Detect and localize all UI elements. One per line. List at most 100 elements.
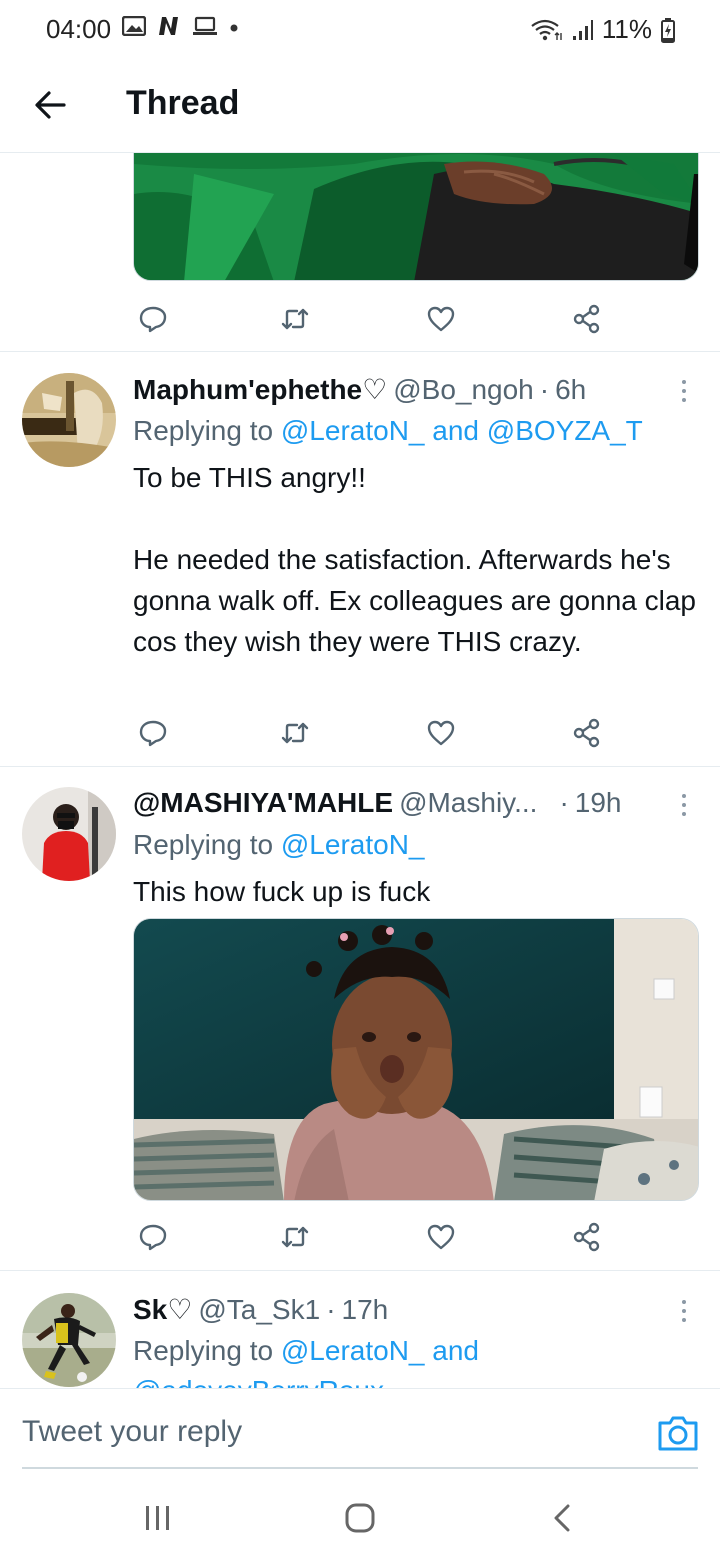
more-options-button[interactable]: [672, 1293, 696, 1329]
like-button[interactable]: [421, 713, 461, 753]
retweet-button[interactable]: [275, 713, 315, 753]
thread-feed[interactable]: Maphum'ephethe♡ @Bo_ngoh · 6h Replying t…: [0, 153, 720, 1388]
mention-link[interactable]: @BOYZA_T: [487, 415, 643, 446]
page-title: Thread: [126, 84, 240, 122]
battery-percent: 11%: [601, 14, 652, 44]
more-options-button[interactable]: [672, 373, 696, 409]
system-nav-bar: [0, 1470, 720, 1560]
retweet-button[interactable]: [275, 1217, 315, 1257]
display-name[interactable]: Maphum'ephethe♡: [133, 373, 387, 406]
tweet[interactable]: Sk♡ @Ta_Sk1 · 17h Replying to @LeratoN_ …: [0, 1293, 720, 1388]
like-button[interactable]: [421, 1217, 461, 1257]
tweet-divider: [0, 766, 720, 767]
home-button[interactable]: [340, 1498, 380, 1538]
retweet-button[interactable]: [275, 299, 315, 339]
user-handle[interactable]: @Bo_ngoh: [393, 374, 534, 406]
camera-icon: [658, 1416, 698, 1451]
reply-icon: [139, 1224, 167, 1251]
tweet-header: Maphum'ephethe♡ @Bo_ngoh · 6h: [133, 373, 586, 409]
tweet-divider: [0, 1270, 720, 1271]
share-button[interactable]: [567, 1217, 607, 1257]
back-button[interactable]: [28, 82, 74, 128]
replying-to: Replying to @LeratoN_ and @BOYZA_T: [133, 415, 643, 447]
recent-apps-button[interactable]: [138, 1498, 178, 1538]
home-icon: [345, 1503, 375, 1533]
arrow-left-icon: [35, 91, 66, 119]
mention-link[interactable]: @LeratoN_: [281, 415, 425, 446]
reply-input[interactable]: Tweet your reply: [22, 1415, 242, 1449]
back-nav-button[interactable]: [542, 1498, 582, 1538]
replying-prefix: Replying to: [133, 1335, 274, 1366]
tweet-text: This how fuck up is fuck: [133, 876, 431, 907]
share-icon: [573, 718, 600, 748]
battery-charging-icon: [661, 17, 675, 43]
user-handle[interactable]: @Mashiy...: [399, 787, 537, 819]
mention-link[interactable]: @adeveyBerryRoux: [133, 1375, 384, 1388]
tweet-time: 6h: [555, 374, 587, 405]
camera-button[interactable]: [656, 1413, 700, 1453]
avatar[interactable]: [22, 1293, 116, 1387]
recent-apps-icon: [146, 1506, 169, 1530]
status-bar: 04:00 11%: [0, 0, 720, 60]
tweet-media-image[interactable]: [133, 153, 699, 281]
like-icon: [427, 1224, 455, 1250]
retweet-icon: [281, 1226, 309, 1248]
more-options-button[interactable]: [672, 787, 696, 823]
reply-icon: [139, 720, 167, 747]
tweet-text: To be THIS angry!! He needed the satisfa…: [133, 462, 696, 657]
reply-button[interactable]: [133, 1217, 173, 1257]
tweet-divider: [0, 351, 720, 352]
tweet-media-image[interactable]: [133, 918, 699, 1201]
separator-dot: ·: [559, 787, 569, 818]
tweet-time: 17h: [341, 1294, 389, 1325]
tweet[interactable]: @MASHIYA'MAHLE @Mashiy... · 19h Replying…: [0, 787, 720, 907]
like-icon: [427, 306, 455, 332]
display-name[interactable]: Sk♡: [133, 1293, 192, 1326]
notification-icons: [122, 16, 240, 36]
replying-to-overflow: @adeveyBerryRoux: [133, 1375, 384, 1388]
separator-dot: ·: [539, 374, 550, 405]
tweet-time: 19h: [574, 787, 622, 818]
share-icon: [573, 1222, 600, 1252]
reply-icon: [139, 306, 167, 333]
reply-input-underline: [22, 1467, 698, 1469]
share-icon: [573, 304, 600, 334]
tweet-actions: [133, 299, 603, 339]
tweet[interactable]: Maphum'ephethe♡ @Bo_ngoh · 6h Replying t…: [0, 373, 720, 763]
system-icons: 11%: [530, 14, 676, 45]
retweet-icon: [281, 308, 309, 330]
gallery-icon: [122, 16, 146, 36]
display-name[interactable]: @MASHIYA'MAHLE: [133, 787, 393, 819]
separator-dot: ·: [326, 1294, 336, 1325]
replying-to: Replying to @LeratoN_: [133, 829, 424, 861]
mention-link[interactable]: @LeratoN_: [281, 1335, 425, 1366]
dot-icon: [230, 24, 238, 32]
back-icon: [554, 1504, 570, 1532]
thread-header: Thread: [0, 60, 720, 153]
tweet-header: Sk♡ @Ta_Sk1 · 17h: [133, 1293, 388, 1329]
replying-to: Replying to @LeratoN_ and: [133, 1335, 479, 1367]
replying-prefix: Replying to: [133, 415, 274, 446]
mention-link[interactable]: @LeratoN_: [281, 829, 425, 860]
mention-joiner[interactable]: and: [432, 415, 479, 446]
avatar[interactable]: [22, 787, 116, 881]
share-button[interactable]: [567, 299, 607, 339]
reply-button[interactable]: [133, 299, 173, 339]
reply-composer: Tweet your reply: [0, 1388, 720, 1470]
avatar[interactable]: [22, 373, 116, 467]
like-icon: [427, 720, 455, 746]
netflix-n-icon: [159, 17, 178, 35]
share-button[interactable]: [567, 713, 607, 753]
user-handle[interactable]: @Ta_Sk1: [198, 1294, 320, 1326]
like-button[interactable]: [421, 299, 461, 339]
tweet-header: @MASHIYA'MAHLE @Mashiy... · 19h: [133, 787, 621, 823]
status-time: 04:00: [46, 14, 112, 44]
laptop-icon: [193, 16, 217, 35]
retweet-icon: [281, 722, 309, 744]
reply-button[interactable]: [133, 713, 173, 753]
wifi-icon: [531, 19, 562, 40]
mention-joiner[interactable]: and: [432, 1335, 479, 1366]
signal-icon: [572, 19, 593, 40]
replying-prefix: Replying to: [133, 829, 274, 860]
tweet-actions: [133, 1217, 603, 1257]
